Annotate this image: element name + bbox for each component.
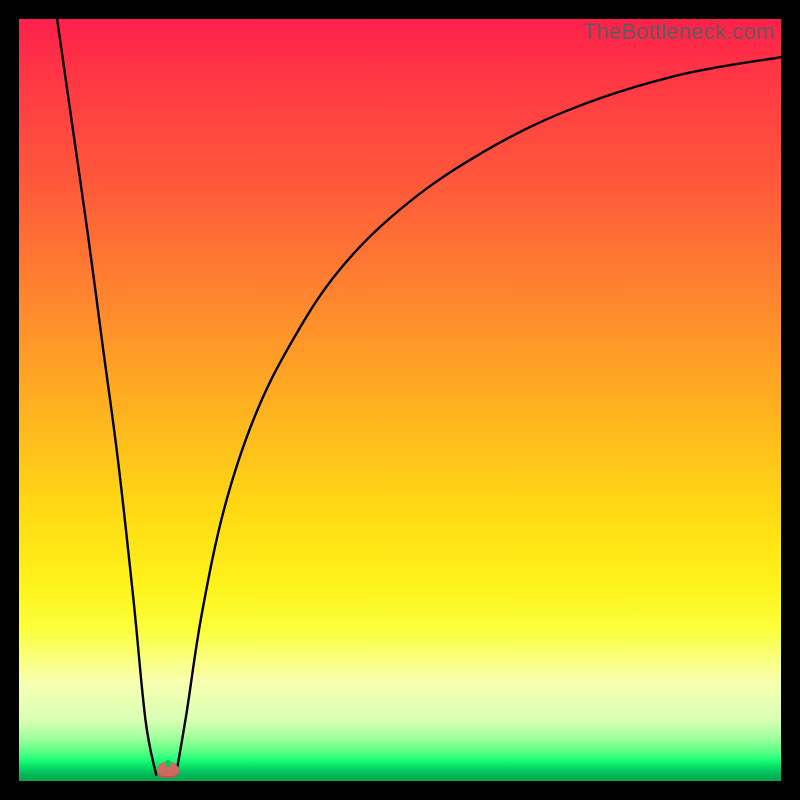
- curve-group: [57, 19, 781, 775]
- curve-left-branch: [57, 19, 156, 775]
- optimal-point-marker: [157, 762, 179, 778]
- watermark-text: TheBottleneck.com: [583, 19, 775, 45]
- chart-curves: [19, 19, 781, 781]
- curve-right-branch: [176, 57, 781, 775]
- chart-frame: TheBottleneck.com: [19, 19, 781, 781]
